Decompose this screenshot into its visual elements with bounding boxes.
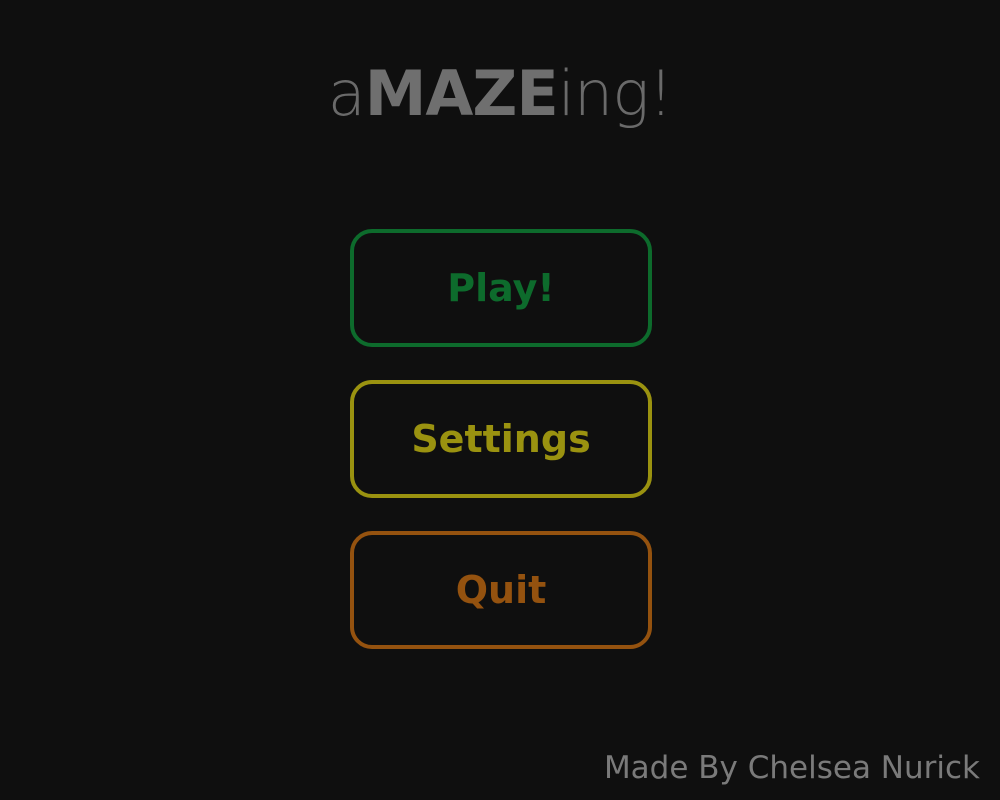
author-credit: Made By Chelsea Nurick: [603, 750, 980, 786]
game-title-prefix: a: [327, 57, 366, 130]
play-button-label: Play!: [447, 266, 555, 310]
settings-button[interactable]: Settings: [350, 380, 652, 498]
settings-button-label: Settings: [411, 417, 591, 461]
quit-button[interactable]: Quit: [350, 531, 652, 649]
quit-button-label: Quit: [455, 568, 547, 612]
main-menu-screen: aMAZEing! Play! Settings Quit Made By Ch…: [0, 0, 1000, 800]
game-title-suffix: ing!: [557, 57, 674, 130]
game-title-emphasis: MAZE: [364, 57, 559, 130]
play-button[interactable]: Play!: [350, 229, 652, 347]
game-title: aMAZEing!: [0, 56, 1000, 132]
